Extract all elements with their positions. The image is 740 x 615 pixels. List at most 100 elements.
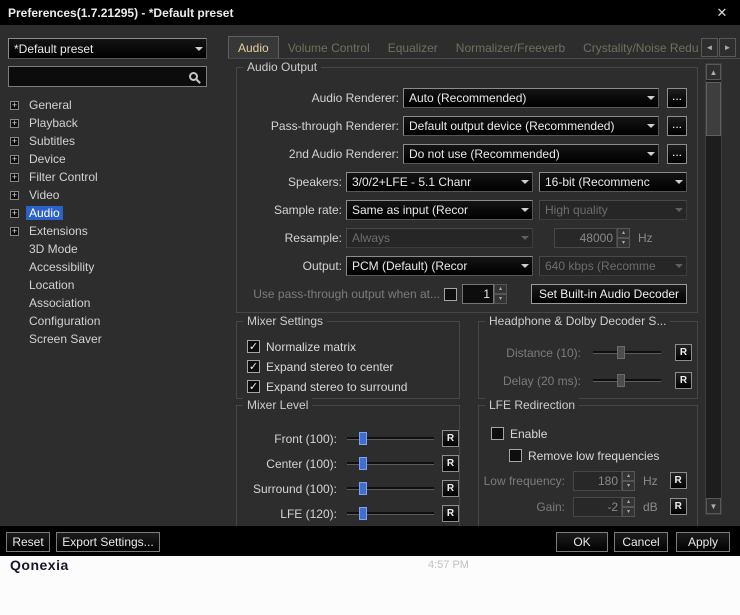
scrollbar-thumb[interactable] xyxy=(706,82,721,136)
expand-plus-icon[interactable]: + xyxy=(10,172,19,182)
speakers-select[interactable]: 3/0/2+LFE - 5.1 Chanr xyxy=(346,172,533,192)
remove-low-freq-row: Remove low frequencies xyxy=(509,448,659,463)
expand-center-row: ✓ Expand stereo to center xyxy=(247,359,393,374)
spinner-value: 180 xyxy=(573,470,622,491)
distance-slider xyxy=(593,345,661,360)
front-slider[interactable] xyxy=(347,431,434,446)
sidebar-item-subtitles[interactable]: + Subtitles xyxy=(0,132,220,150)
sidebar-item-audio[interactable]: + Audio xyxy=(0,204,220,222)
apply-button[interactable]: Apply xyxy=(676,532,730,552)
expand-plus-icon[interactable]: + xyxy=(10,154,19,164)
audio-renderer-select[interactable]: Auto (Recommended) xyxy=(403,88,659,108)
expand-stereo-center-checkbox[interactable]: ✓ xyxy=(247,360,260,373)
expand-plus-icon[interactable]: + xyxy=(10,190,19,200)
search-input[interactable] xyxy=(14,69,189,84)
lfe-reset-button[interactable]: R xyxy=(442,505,459,522)
export-settings-button[interactable]: Export Settings... xyxy=(56,532,160,552)
expand-stereo-surround-checkbox[interactable]: ✓ xyxy=(247,380,260,393)
passthrough-checkbox[interactable] xyxy=(444,287,457,301)
sidebar-item-screen-saver[interactable]: Screen Saver xyxy=(0,330,220,348)
cancel-button[interactable]: Cancel xyxy=(614,532,668,552)
sidebar-item-association[interactable]: Association xyxy=(0,294,220,312)
chevron-down-icon xyxy=(191,39,206,58)
center-reset-button[interactable]: R xyxy=(442,455,459,472)
tab-volume-control[interactable]: Volume Control xyxy=(279,37,379,59)
sidebar-item-video[interactable]: + Video xyxy=(0,186,220,204)
normalize-matrix-checkbox[interactable]: ✓ xyxy=(247,340,260,353)
passthrough-renderer-select[interactable]: Default output device (Recommended) xyxy=(403,116,659,136)
second-audio-renderer-select[interactable]: Do not use (Recommended) xyxy=(403,144,659,164)
field-label: LFE (120): xyxy=(280,506,337,521)
checkbox-label: Enable xyxy=(510,426,548,441)
tab-normalizer-freeverb[interactable]: Normalizer/Freeverb xyxy=(447,37,574,59)
expand-plus-icon[interactable]: + xyxy=(10,136,19,146)
group-title: Audio Output xyxy=(243,60,322,74)
sample-rate-select[interactable]: Same as input (Recor xyxy=(346,200,533,220)
passthrough-renderer-more-button[interactable]: ... xyxy=(667,116,687,136)
delay-slider xyxy=(593,373,661,388)
spinner-value[interactable]: 1 xyxy=(462,284,494,304)
check-icon: ✓ xyxy=(248,341,259,353)
field-label: Audio Renderer: xyxy=(311,91,399,105)
surround-reset-button[interactable]: R xyxy=(442,480,459,497)
set-builtin-decoder-button[interactable]: Set Built-in Audio Decoder xyxy=(531,284,687,304)
distance-reset-button[interactable]: R xyxy=(675,344,692,361)
sidebar-item-filter-control[interactable]: + Filter Control xyxy=(0,168,220,186)
sidebar-item-extensions[interactable]: + Extensions xyxy=(0,222,220,240)
taskbar-clock: 4:57 PM xyxy=(428,559,469,571)
vertical-scrollbar[interactable]: ▲ ▼ xyxy=(705,63,722,515)
sidebar-item-label: Playback xyxy=(29,116,78,130)
speaker-format-select[interactable]: 16-bit (Recommenc xyxy=(539,172,687,192)
expand-plus-icon[interactable]: + xyxy=(10,208,19,218)
ok-button[interactable]: OK xyxy=(556,532,608,552)
window-title: Preferences(1.7.21295) - *Default preset xyxy=(8,5,234,20)
audio-renderer-row: Audio Renderer: Auto (Recommended) ... xyxy=(237,88,697,108)
sidebar-item-device[interactable]: + Device xyxy=(0,150,220,168)
tab-scroll-left-button[interactable]: ◄ xyxy=(701,38,718,57)
sidebar-item-general[interactable]: + General xyxy=(0,96,220,114)
tab-crystality-noise-reduction[interactable]: Crystality/Noise Redu xyxy=(574,37,700,59)
sidebar-item-accessibility[interactable]: Accessibility xyxy=(0,258,220,276)
remove-low-freq-checkbox[interactable] xyxy=(509,449,522,462)
center-slider[interactable] xyxy=(347,456,434,471)
lfe-enable-checkbox[interactable] xyxy=(491,427,504,440)
slider-thumb[interactable] xyxy=(359,507,368,520)
audio-renderer-more-button[interactable]: ... xyxy=(667,88,687,108)
spin-down-icon[interactable]: ▾ xyxy=(494,294,507,304)
slider-thumb[interactable] xyxy=(359,432,368,445)
chevron-down-icon xyxy=(643,145,658,163)
expand-plus-icon[interactable]: + xyxy=(10,226,19,236)
search-box[interactable] xyxy=(8,66,207,87)
delay-reset-button[interactable]: R xyxy=(675,372,692,389)
sidebar-item-configuration[interactable]: Configuration xyxy=(0,312,220,330)
scroll-down-icon[interactable]: ▼ xyxy=(706,498,721,514)
sidebar-item-playback[interactable]: + Playback xyxy=(0,114,220,132)
tab-audio[interactable]: Audio xyxy=(228,36,279,59)
sidebar-item-3d-mode[interactable]: 3D Mode xyxy=(0,240,220,258)
title-bar: Preferences(1.7.21295) - *Default preset… xyxy=(0,0,740,25)
slider-thumb[interactable] xyxy=(359,482,368,495)
tab-scroll-right-button[interactable]: ► xyxy=(719,38,736,57)
spin-up-icon[interactable]: ▴ xyxy=(494,284,507,294)
audio-settings-panel: Audio Output Audio Renderer: Auto (Recom… xyxy=(228,58,740,526)
expand-plus-icon[interactable]: + xyxy=(10,118,19,128)
chevron-down-icon xyxy=(517,173,532,191)
expand-plus-icon[interactable]: + xyxy=(10,100,19,110)
gain-reset-button[interactable]: R xyxy=(669,498,687,515)
surround-slider[interactable] xyxy=(347,481,434,496)
front-reset-button[interactable]: R xyxy=(442,430,459,447)
lfe-slider[interactable] xyxy=(347,506,434,521)
field-label: Distance (10): xyxy=(506,345,581,360)
second-renderer-more-button[interactable]: ... xyxy=(667,144,687,164)
low-frequency-reset-button[interactable]: R xyxy=(669,472,687,489)
tab-equalizer[interactable]: Equalizer xyxy=(379,37,447,59)
reset-button[interactable]: Reset xyxy=(6,532,50,552)
output-format-select[interactable]: PCM (Default) (Recor xyxy=(346,256,533,276)
passthrough-attempts-spinner[interactable]: 1 ▴ ▾ xyxy=(462,284,507,304)
scroll-up-icon[interactable]: ▲ xyxy=(706,64,721,80)
slider-thumb[interactable] xyxy=(359,457,368,470)
sidebar-item-location[interactable]: Location xyxy=(0,276,220,294)
spinner-value: -2 xyxy=(573,496,622,517)
preset-dropdown[interactable]: *Default preset xyxy=(8,38,207,59)
close-icon[interactable]: ✕ xyxy=(712,5,732,21)
